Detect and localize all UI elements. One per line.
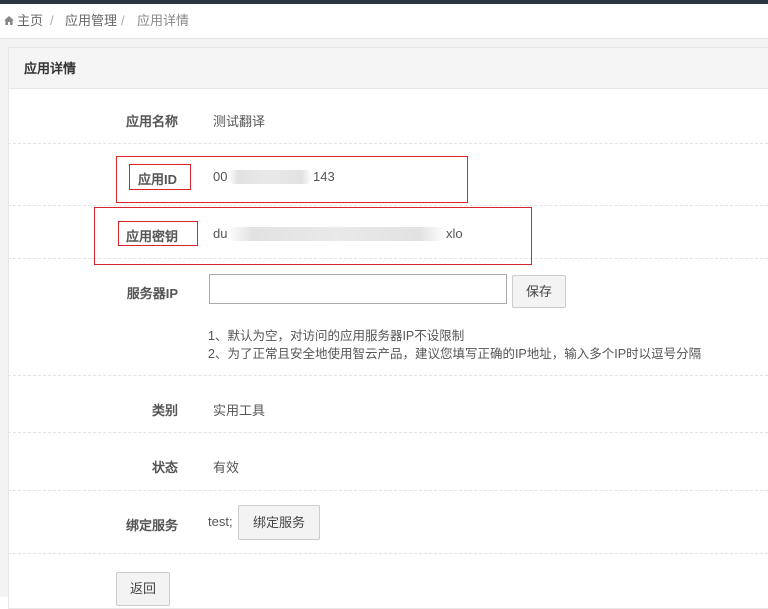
breadcrumb: 主页 / 应用管理 / 应用详情 [0,4,768,39]
breadcrumb-separator: / [121,13,125,28]
row-divider [8,490,768,491]
home-icon [4,16,14,25]
row-divider [8,205,768,206]
breadcrumb-separator: / [50,13,54,28]
breadcrumb-current-page: 应用详情 [137,13,190,28]
server-ip-hint-1: 1、默认为空，对访问的应用服务器IP不设限制 [208,329,465,343]
app-id-redaction [228,170,312,184]
app-id-label: 应用ID [137,172,177,187]
app-name-label: 应用名称 [125,114,178,129]
app-id-value-prefix: 00 [213,169,228,184]
server-ip-input[interactable] [209,274,507,304]
back-button[interactable]: 返回 [116,572,170,606]
save-button[interactable]: 保存 [512,275,566,308]
bind-service-button[interactable]: 绑定服务 [238,505,320,540]
panel-title: 应用详情 [24,61,77,76]
panel-header: 应用详情 [9,48,768,89]
row-divider [8,553,768,554]
server-ip-hint-2: 2、为了正常且安全地使用智云产品，建议您填写正确的IP地址，输入多个IP时以逗号… [208,347,702,361]
category-label: 类别 [151,403,178,418]
app-id-value-suffix: 143 [313,169,335,184]
bound-service-label: 绑定服务 [125,518,178,533]
breadcrumb-app-management-link[interactable]: 应用管理 [65,4,117,38]
breadcrumb-home-link[interactable]: 主页 [17,4,43,38]
row-divider [8,143,768,144]
category-value: 实用工具 [213,403,266,418]
row-divider [8,432,768,433]
app-name-value: 测试翻译 [213,114,266,129]
bound-service-value: test; [208,514,233,529]
status-value: 有效 [213,460,240,475]
status-label: 状态 [151,460,178,475]
server-ip-label: 服务器IP [126,286,178,301]
app-secret-label: 应用密钥 [125,229,178,244]
app-secret-value-suffix: xlo [446,226,463,241]
app-secret-redaction [226,227,446,241]
row-divider [8,375,768,376]
